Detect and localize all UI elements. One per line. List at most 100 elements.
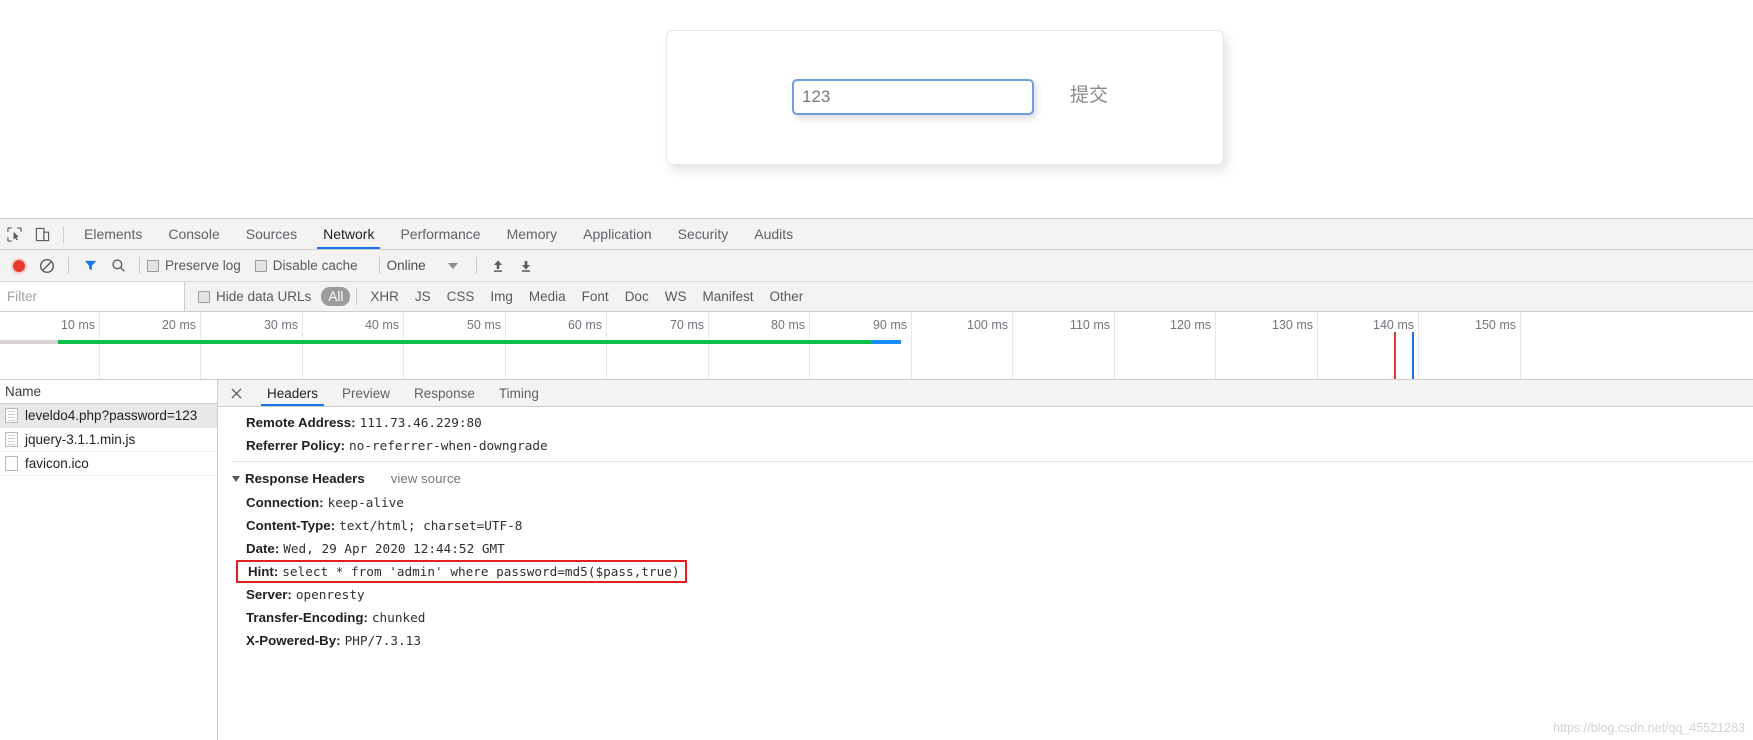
tab-console[interactable]: Console [155,219,232,249]
timeline-tick-label: 30 ms [264,318,302,332]
filter-chip-img[interactable]: Img [483,287,520,306]
domcontentloaded-line [1412,332,1414,380]
timeline-gridline [1012,312,1013,379]
toggle-device-toolbar-icon[interactable] [28,220,56,248]
toolbar-divider-5 [476,257,477,274]
header-key: Hint: [248,564,278,579]
disable-cache-checkbox[interactable]: Disable cache [255,258,358,273]
detail-tab-preview[interactable]: Preview [330,380,402,406]
request-name: favicon.ico [25,456,89,471]
header-value: PHP/7.3.13 [345,633,421,648]
filter-chip-media[interactable]: Media [522,287,573,306]
triangle-down-icon[interactable] [232,476,240,482]
header-key: X-Powered-By: [246,633,341,648]
header-key: Transfer-Encoding: [246,610,368,625]
toolbar-divider-4 [379,257,380,274]
timeline-gridline [505,312,506,379]
tab-security[interactable]: Security [665,219,742,249]
throttling-select[interactable]: Online [387,258,426,273]
timeline-tick-label: 100 ms [967,318,1012,332]
tab-elements[interactable]: Elements [71,219,155,249]
timeline-tick-label: 20 ms [162,318,200,332]
funnel-icon[interactable] [76,252,104,280]
request-row-leveldo4[interactable]: leveldo4.php?password=123 [0,404,217,428]
request-list-pane: Name leveldo4.php?password=123 jquery-3.… [0,380,218,740]
preserve-log-checkbox[interactable]: Preserve log [147,258,241,273]
tab-sources[interactable]: Sources [233,219,310,249]
filter-chip-xhr[interactable]: XHR [363,287,406,306]
tab-audits[interactable]: Audits [741,219,806,249]
image-icon [5,456,18,471]
header-key: Remote Address: [246,415,356,430]
submit-button[interactable]: 提交 [1070,80,1108,107]
header-value: no-referrer-when-downgrade [349,438,548,453]
header-connection: Connection:keep-alive [232,491,1753,514]
column-header-name[interactable]: Name [0,380,217,404]
detail-tab-timing[interactable]: Timing [487,380,551,406]
tab-network[interactable]: Network [310,219,387,249]
header-value: Wed, 29 Apr 2020 12:44:52 GMT [283,541,505,556]
record-dot-icon[interactable] [5,252,33,280]
timeline-tick-label: 110 ms [1070,318,1114,332]
header-key: Server: [246,587,292,602]
section-title-wrap: Response Headers [232,471,365,486]
password-input[interactable] [792,79,1034,115]
watermark: https://blog.csdn.net/qq_45521283 [1553,721,1745,735]
tab-memory[interactable]: Memory [494,219,571,249]
tab-application[interactable]: Application [570,219,665,249]
detail-tab-response[interactable]: Response [402,380,487,406]
header-value: 111.73.46.229:80 [360,415,482,430]
request-name: jquery-3.1.1.min.js [25,432,135,447]
filter-chip-other[interactable]: Other [762,287,810,306]
filter-chip-manifest[interactable]: Manifest [695,287,760,306]
filter-chip-doc[interactable]: Doc [618,287,656,306]
view-source-link[interactable]: view source [391,471,461,486]
header-key: Referrer Policy: [246,438,345,453]
timeline-gridline [809,312,810,379]
timeline-tick-label: 80 ms [771,318,809,332]
chevron-down-icon[interactable] [448,263,458,269]
filter-input[interactable] [0,282,185,311]
disable-cache-box [255,260,267,272]
header-remote-address: Remote Address: 111.73.46.229:80 [232,411,1753,434]
request-row-favicon[interactable]: favicon.ico [0,452,217,476]
timeline-bar-request-green [58,340,872,344]
toolbar-divider-2 [68,257,69,274]
detail-tab-headers[interactable]: Headers [255,380,330,406]
tab-performance[interactable]: Performance [387,219,493,249]
request-row-jquery[interactable]: jquery-3.1.1.min.js [0,428,217,452]
download-icon[interactable] [512,252,540,280]
header-value: openresty [296,587,365,602]
hide-data-urls-checkbox[interactable]: Hide data URLs [198,289,311,304]
upload-icon[interactable] [484,252,512,280]
timeline-gridline [1418,312,1419,379]
header-date: Date: Wed, 29 Apr 2020 12:44:52 GMT [232,537,1753,560]
timeline-gridline [1215,312,1216,379]
timeline-tick-label: 150 ms [1475,318,1520,332]
timeline-tick-label: 40 ms [365,318,403,332]
timeline-tick-label: 70 ms [670,318,708,332]
close-icon[interactable] [226,383,246,403]
timeline-tick-label: 140 ms [1373,318,1418,332]
clear-icon[interactable] [33,252,61,280]
timeline-tick-label: 10 ms [61,318,99,332]
timeline-tick-label: 130 ms [1272,318,1317,332]
filter-chip-ws[interactable]: WS [658,287,694,306]
disable-cache-label: Disable cache [273,258,358,273]
filter-divider [356,288,357,305]
header-key: Date: [246,541,279,556]
filter-chip-all[interactable]: All [321,287,350,306]
filter-chip-css[interactable]: CSS [440,287,482,306]
filter-chip-js[interactable]: JS [408,287,438,306]
response-headers-section-header[interactable]: Response Headers view source [232,461,1753,491]
header-content-type: Content-Type:text/html; charset=UTF-8 [232,514,1753,537]
browser-page-viewport: 提交 [0,0,1753,218]
devtools-panel: Elements Console Sources Network Perform… [0,218,1753,740]
network-split-view: Name leveldo4.php?password=123 jquery-3.… [0,380,1753,740]
timeline-gridline [99,312,100,379]
filter-chip-font[interactable]: Font [575,287,616,306]
network-overview-timeline[interactable]: 10 ms20 ms30 ms40 ms50 ms60 ms70 ms80 ms… [0,312,1753,380]
inspect-element-icon[interactable] [0,220,28,248]
search-icon[interactable] [104,252,132,280]
timeline-tick-label: 50 ms [467,318,505,332]
